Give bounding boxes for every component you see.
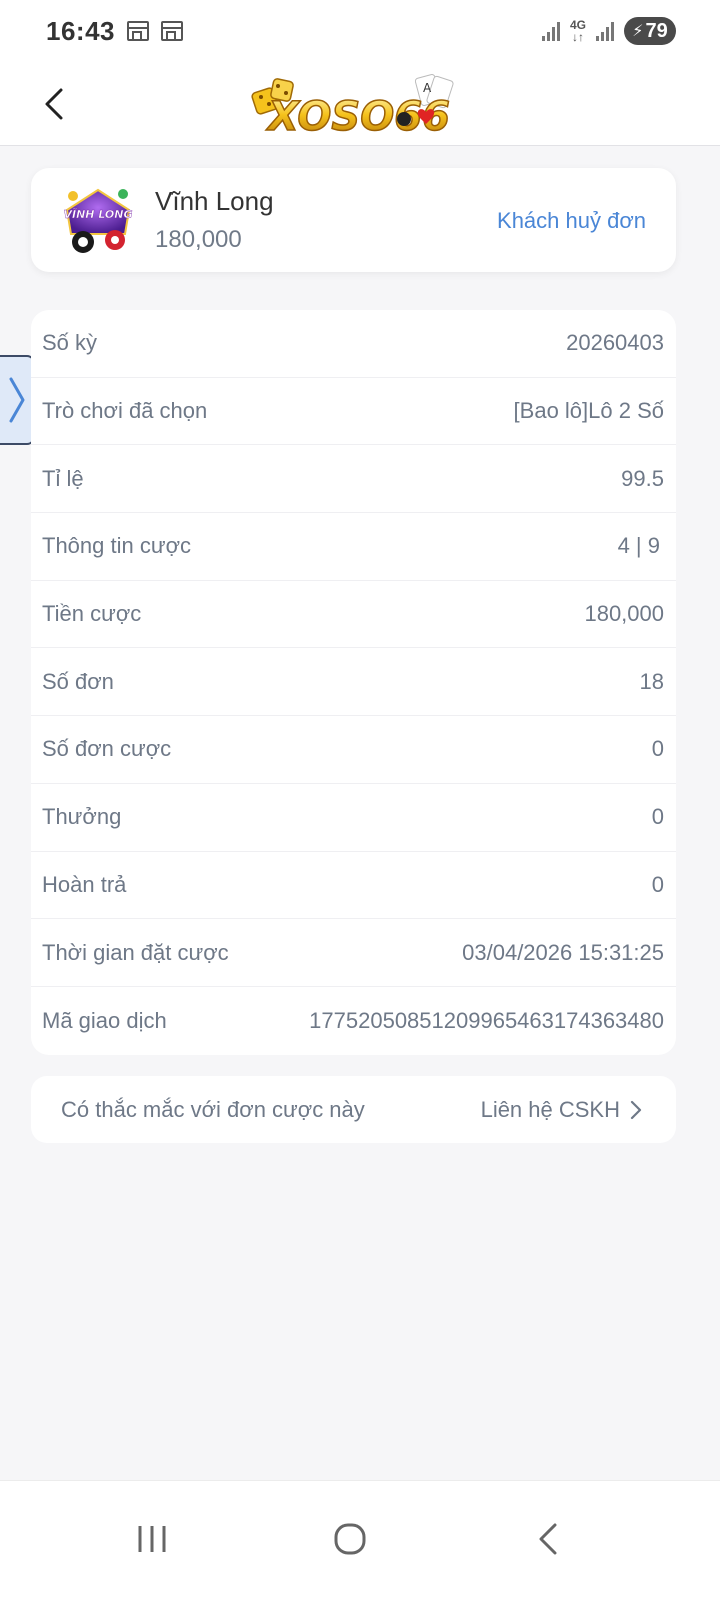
game-name: Vĩnh Long	[155, 186, 274, 216]
signal-icon	[596, 21, 614, 41]
home-button[interactable]	[320, 1509, 380, 1569]
detail-label: Mã giao dịch	[42, 1007, 167, 1033]
detail-row-odds: Tỉ lệ 99.5	[31, 445, 676, 514]
detail-row-bet-amount: Tiền cược 180,000	[31, 581, 676, 649]
chevron-left-icon	[45, 88, 63, 120]
recent-apps-icon	[138, 1526, 166, 1552]
detail-row-period: Số kỳ 20260403	[31, 310, 676, 378]
detail-label: Tiền cược	[42, 601, 142, 627]
app-header: A XOSO66	[0, 62, 720, 146]
detail-row-bet-info: Thông tin cược 4 | 9	[31, 513, 676, 581]
detail-label: Số đơn	[42, 668, 114, 694]
calendar-icon	[127, 21, 149, 41]
battery-charging-icon: ⚡ 79	[624, 17, 676, 45]
detail-value: 0	[651, 804, 664, 830]
detail-value: 03/04/2026 15:31:25	[462, 939, 664, 965]
support-question: Có thắc mắc với đơn cược này	[61, 1096, 365, 1122]
detail-label: Tỉ lệ	[42, 465, 84, 491]
detail-value: 18	[639, 668, 664, 694]
chevron-right-icon	[9, 377, 24, 423]
battery-level: 79	[645, 19, 668, 42]
detail-row-game: Trò chơi đã chọn [Bao lô]Lô 2 Số	[31, 378, 676, 446]
detail-value: 99.5	[621, 465, 664, 491]
detail-row-refund: Hoàn trả 0	[31, 852, 676, 920]
contact-support-link[interactable]: Liên hệ CSKH	[481, 1097, 642, 1123]
contact-support-label: Liên hệ CSKH	[480, 1096, 620, 1122]
calendar-icon	[161, 21, 183, 41]
detail-value: 0	[651, 871, 664, 897]
detail-value: 1775205085120996546317436348​0	[309, 1007, 664, 1033]
system-nav-bar	[0, 1480, 720, 1600]
detail-label: Thời gian đặt cược	[42, 939, 229, 965]
game-amount: 180,000	[155, 226, 242, 253]
back-arrow-icon	[539, 1523, 557, 1555]
detail-label: Hoàn trả	[42, 871, 127, 897]
detail-label: Thông tin cược	[42, 533, 191, 559]
detail-value: 0	[651, 736, 664, 762]
detail-value: 180,000	[584, 601, 664, 627]
logo-graphic: A XOSO66	[251, 74, 454, 141]
status-time: 16:43	[46, 15, 115, 46]
detail-value: [Bao lô]Lô 2 Số	[513, 398, 664, 424]
network-type-label: 4G ↓↑	[570, 19, 586, 43]
game-card: VĨNH LONG Vĩnh Long 180,000 Khách huỷ đơ…	[31, 168, 676, 272]
recent-apps-button[interactable]	[122, 1509, 182, 1569]
charging-bolt-icon: ⚡	[632, 23, 644, 40]
detail-label: Số đơn cược	[42, 736, 172, 762]
svg-text:A: A	[423, 81, 432, 95]
order-status: Khách huỷ đơn	[497, 208, 646, 233]
app-logo: A XOSO66	[250, 72, 460, 141]
signal-icon	[541, 21, 560, 41]
detail-row-bet-time: Thời gian đặt cược 03/04/2026 15:31:25	[31, 919, 676, 987]
chevron-right-icon	[630, 1100, 642, 1119]
game-thumb-label: VĨNH LONG	[63, 208, 132, 221]
home-icon	[334, 1523, 366, 1555]
detail-row-reward: Thưởng 0	[31, 784, 676, 852]
detail-label: Trò chơi đã chọn	[42, 398, 208, 424]
system-back-button[interactable]	[518, 1509, 578, 1569]
detail-label: Số kỳ	[42, 330, 98, 356]
status-bar: 16:43 4G ↓↑ ⚡ 79	[0, 0, 720, 62]
status-right: 4G ↓↑ ⚡ 79	[541, 17, 676, 45]
data-arrows-icon: ↓↑	[571, 30, 584, 44]
detail-row-bet-count: Số đơn cược 0	[31, 716, 676, 784]
vinh-long-game-icon: VĨNH LONG	[63, 188, 133, 253]
detail-value: 20260403	[566, 330, 664, 356]
detail-row-transaction-id: Mã giao dịch 177520508512099654631743634…	[31, 987, 676, 1055]
status-left: 16:43	[46, 16, 183, 47]
game-thumbnail: VĨNH LONG	[59, 182, 137, 258]
side-drawer-tab[interactable]	[0, 355, 35, 445]
back-button[interactable]	[34, 80, 74, 128]
support-row[interactable]: Có thắc mắc với đơn cược này Liên hệ CSK…	[31, 1076, 676, 1143]
detail-value: 4 | 9	[617, 533, 660, 559]
bet-details: Số kỳ 20260403 Trò chơi đã chọn [Bao lô]…	[31, 310, 676, 1055]
detail-label: Thưởng	[42, 804, 122, 830]
detail-row-order-count: Số đơn 18	[31, 648, 676, 717]
